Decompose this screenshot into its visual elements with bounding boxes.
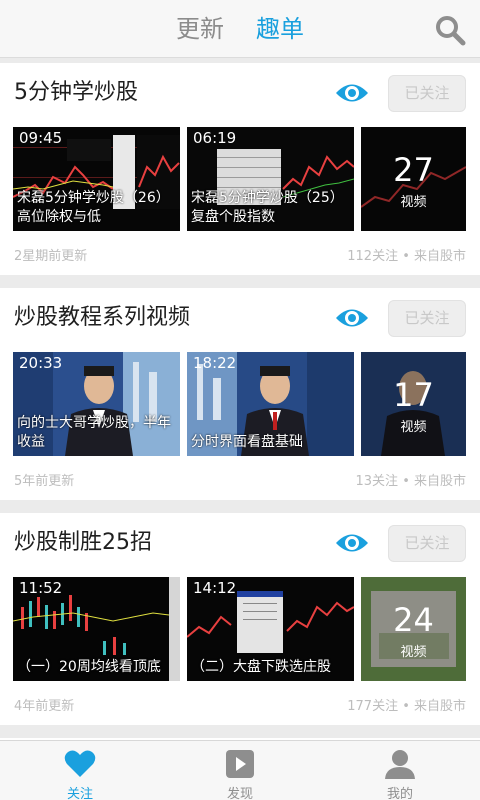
- nav-discover[interactable]: 发现: [160, 741, 320, 800]
- video-title: 分时界面看盘基础: [191, 434, 303, 450]
- video-duration: 11:52: [19, 579, 63, 597]
- list-card[interactable]: 5分钟学炒股 已关注 09:45 宋磊5分钟学炒股（26）高位除权与低 06:1…: [0, 63, 480, 275]
- update-time: 4年前更新: [14, 699, 75, 714]
- list-card[interactable]: 炒股教程系列视频 已关注 20:33 向的士大哥学炒股，半年收益 18:22 分…: [0, 288, 480, 500]
- follow-button[interactable]: 已关注: [388, 300, 466, 337]
- video-thumbnail[interactable]: 18:22 分时界面看盘基础: [187, 352, 354, 456]
- video-thumbnail[interactable]: 11:52 （一）20周均线看顶底: [13, 577, 180, 681]
- video-thumbnail[interactable]: 14:12 （二）大盘下跌选庄股: [187, 577, 354, 681]
- card-title: 炒股制胜25招: [14, 530, 152, 555]
- list-card[interactable]: 炒股制胜25招 已关注 11:52 （一）20周均线看顶底 14:12 （二）大…: [0, 513, 480, 725]
- follow-stats: 112关注 • 来自股市: [347, 249, 466, 264]
- video-title: （二）大盘下跌选庄股: [191, 659, 331, 675]
- follow-stats: 177关注 • 来自股市: [347, 699, 466, 714]
- video-count: 27: [393, 151, 434, 189]
- eye-icon: [336, 309, 368, 327]
- follow-button[interactable]: 已关注: [388, 75, 466, 112]
- video-title: 宋磊5分钟学炒股（26）高位除权与低: [17, 190, 170, 225]
- nav-mine-label: 我的: [386, 787, 413, 800]
- eye-icon: [336, 84, 368, 102]
- video-thumbnail[interactable]: 06:19 宋磊5分钟学炒股（25）复盘个股指数: [187, 127, 354, 231]
- video-duration: 09:45: [19, 129, 63, 147]
- video-count: 24: [393, 601, 434, 639]
- nav-follow[interactable]: 关注: [0, 741, 160, 800]
- video-thumbnail[interactable]: 09:45 宋磊5分钟学炒股（26）高位除权与低: [13, 127, 180, 231]
- video-title: 向的士大哥学炒股，半年收益: [17, 415, 171, 450]
- eye-icon: [336, 534, 368, 552]
- video-title: （一）20周均线看顶底: [17, 659, 161, 675]
- follow-stats: 13关注 • 来自股市: [355, 474, 466, 489]
- video-duration: 06:19: [193, 129, 237, 147]
- video-count-overlay: 17 视频: [361, 352, 466, 456]
- nav-discover-label: 发现: [226, 787, 253, 800]
- play-icon: [226, 750, 254, 778]
- heart-icon: [64, 750, 96, 777]
- follow-button[interactable]: 已关注: [388, 525, 466, 562]
- video-thumbnail[interactable]: 20:33 向的士大哥学炒股，半年收益: [13, 352, 180, 456]
- tab-fun-list[interactable]: 趣单: [256, 12, 304, 46]
- video-count: 17: [393, 376, 434, 414]
- video-duration: 20:33: [19, 354, 63, 372]
- update-time: 5年前更新: [14, 474, 75, 489]
- nav-follow-label: 关注: [66, 787, 93, 800]
- more-videos-tile[interactable]: 24 视频: [361, 577, 466, 681]
- card-title: 炒股教程系列视频: [14, 305, 191, 330]
- video-count-label: 视频: [400, 645, 427, 660]
- more-videos-tile[interactable]: 27 视频: [361, 127, 466, 231]
- video-title: 宋磊5分钟学炒股（25）复盘个股指数: [191, 190, 344, 225]
- update-time: 2星期前更新: [14, 249, 88, 264]
- card-title: 5分钟学炒股: [14, 80, 138, 105]
- video-count-overlay: 27 视频: [361, 127, 466, 231]
- person-icon: [385, 750, 415, 779]
- video-count-label: 视频: [400, 195, 427, 210]
- video-count-overlay: 24 视频: [361, 577, 466, 681]
- video-duration: 14:12: [193, 579, 237, 597]
- feed-list: 5分钟学炒股 已关注 09:45 宋磊5分钟学炒股（26）高位除权与低 06:1…: [0, 58, 480, 740]
- nav-mine[interactable]: 我的: [320, 741, 480, 800]
- tab-update[interactable]: 更新: [176, 12, 224, 46]
- video-duration: 18:22: [193, 354, 237, 372]
- bottom-nav: 关注 发现 我的: [0, 740, 480, 800]
- more-videos-tile[interactable]: 17 视频: [361, 352, 466, 456]
- search-icon[interactable]: [434, 14, 466, 46]
- top-bar: 更新 趣单: [0, 0, 480, 58]
- video-count-label: 视频: [400, 420, 427, 435]
